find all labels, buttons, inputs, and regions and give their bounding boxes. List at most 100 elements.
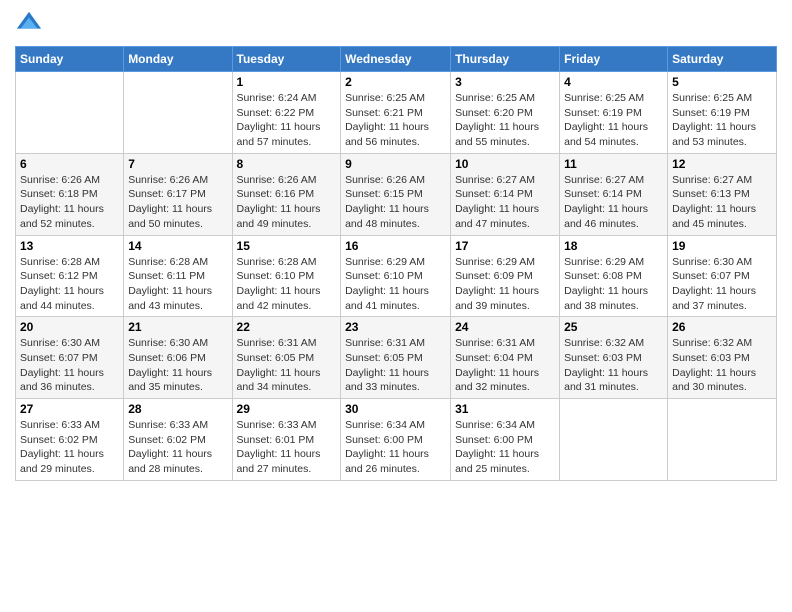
day-number: 2	[345, 75, 446, 89]
day-number: 7	[128, 157, 227, 171]
calendar-cell: 2 Sunrise: 6:25 AM Sunset: 6:21 PM Daylig…	[341, 72, 451, 154]
day-info: Sunrise: 6:29 AM Sunset: 6:09 PM Dayligh…	[455, 255, 555, 314]
day-info: Sunrise: 6:29 AM Sunset: 6:08 PM Dayligh…	[564, 255, 663, 314]
day-info: Sunrise: 6:25 AM Sunset: 6:19 PM Dayligh…	[564, 91, 663, 150]
day-number: 11	[564, 157, 663, 171]
day-number: 10	[455, 157, 555, 171]
day-number: 14	[128, 239, 227, 253]
calendar-cell: 22 Sunrise: 6:31 AM Sunset: 6:05 PM Dayli…	[232, 317, 341, 399]
day-info: Sunrise: 6:26 AM Sunset: 6:17 PM Dayligh…	[128, 173, 227, 232]
day-info: Sunrise: 6:32 AM Sunset: 6:03 PM Dayligh…	[672, 336, 772, 395]
day-number: 27	[20, 402, 119, 416]
page: SundayMondayTuesdayWednesdayThursdayFrid…	[0, 0, 792, 612]
day-number: 23	[345, 320, 446, 334]
calendar-cell: 11 Sunrise: 6:27 AM Sunset: 6:14 PM Dayli…	[560, 153, 668, 235]
day-info: Sunrise: 6:33 AM Sunset: 6:01 PM Dayligh…	[237, 418, 337, 477]
day-info: Sunrise: 6:26 AM Sunset: 6:16 PM Dayligh…	[237, 173, 337, 232]
day-info: Sunrise: 6:27 AM Sunset: 6:13 PM Dayligh…	[672, 173, 772, 232]
day-info: Sunrise: 6:28 AM Sunset: 6:12 PM Dayligh…	[20, 255, 119, 314]
day-number: 18	[564, 239, 663, 253]
calendar-cell	[16, 72, 124, 154]
calendar-cell: 30Sunrise: 6:34 AM Sunset: 6:00 PM Dayli…	[341, 399, 451, 481]
day-number: 6	[20, 157, 119, 171]
calendar-cell	[560, 399, 668, 481]
day-number: 16	[345, 239, 446, 253]
calendar-header-sunday: Sunday	[16, 47, 124, 72]
calendar-cell	[124, 72, 232, 154]
calendar-week-5: 27 Sunrise: 6:33 AM Sunset: 6:02 PM Dayli…	[16, 399, 777, 481]
day-number: 1	[237, 75, 337, 89]
day-number: 22	[237, 320, 337, 334]
day-info: Sunrise: 6:25 AM Sunset: 6:19 PM Dayligh…	[672, 91, 772, 150]
day-info: Sunrise: 6:27 AM Sunset: 6:14 PM Dayligh…	[455, 173, 555, 232]
calendar-cell: 25Sunrise: 6:32 AM Sunset: 6:03 PM Dayli…	[560, 317, 668, 399]
day-info: Sunrise: 6:30 AM Sunset: 6:07 PM Dayligh…	[672, 255, 772, 314]
day-info: Sunrise: 6:26 AM Sunset: 6:15 PM Dayligh…	[345, 173, 446, 232]
calendar-cell: 24 Sunrise: 6:31 AM Sunset: 6:04 PM Dayli…	[451, 317, 560, 399]
calendar-cell: 17Sunrise: 6:29 AM Sunset: 6:09 PM Dayli…	[451, 235, 560, 317]
calendar-cell: 19 Sunrise: 6:30 AM Sunset: 6:07 PM Dayli…	[668, 235, 777, 317]
day-info: Sunrise: 6:28 AM Sunset: 6:11 PM Dayligh…	[128, 255, 227, 314]
day-info: Sunrise: 6:24 AM Sunset: 6:22 PM Dayligh…	[237, 91, 337, 150]
calendar-cell: 8Sunrise: 6:26 AM Sunset: 6:16 PM Daylig…	[232, 153, 341, 235]
calendar-cell: 10 Sunrise: 6:27 AM Sunset: 6:14 PM Dayli…	[451, 153, 560, 235]
day-info: Sunrise: 6:33 AM Sunset: 6:02 PM Dayligh…	[20, 418, 119, 477]
calendar-table: SundayMondayTuesdayWednesdayThursdayFrid…	[15, 46, 777, 481]
calendar-cell: 3 Sunrise: 6:25 AM Sunset: 6:20 PM Daylig…	[451, 72, 560, 154]
calendar-week-1: 1 Sunrise: 6:24 AM Sunset: 6:22 PM Daylig…	[16, 72, 777, 154]
day-info: Sunrise: 6:31 AM Sunset: 6:04 PM Dayligh…	[455, 336, 555, 395]
day-number: 29	[237, 402, 337, 416]
calendar-cell: 27 Sunrise: 6:33 AM Sunset: 6:02 PM Dayli…	[16, 399, 124, 481]
calendar-cell: 21 Sunrise: 6:30 AM Sunset: 6:06 PM Dayli…	[124, 317, 232, 399]
day-number: 4	[564, 75, 663, 89]
logo	[15, 10, 47, 38]
calendar-cell: 18 Sunrise: 6:29 AM Sunset: 6:08 PM Dayli…	[560, 235, 668, 317]
day-info: Sunrise: 6:33 AM Sunset: 6:02 PM Dayligh…	[128, 418, 227, 477]
day-number: 12	[672, 157, 772, 171]
calendar-header-tuesday: Tuesday	[232, 47, 341, 72]
day-number: 21	[128, 320, 227, 334]
day-info: Sunrise: 6:29 AM Sunset: 6:10 PM Dayligh…	[345, 255, 446, 314]
day-number: 19	[672, 239, 772, 253]
calendar-cell: 12 Sunrise: 6:27 AM Sunset: 6:13 PM Dayli…	[668, 153, 777, 235]
calendar-week-4: 20Sunrise: 6:30 AM Sunset: 6:07 PM Dayli…	[16, 317, 777, 399]
calendar-cell: 5 Sunrise: 6:25 AM Sunset: 6:19 PM Daylig…	[668, 72, 777, 154]
day-number: 3	[455, 75, 555, 89]
day-number: 31	[455, 402, 555, 416]
calendar-cell: 29 Sunrise: 6:33 AM Sunset: 6:01 PM Dayli…	[232, 399, 341, 481]
calendar-header-friday: Friday	[560, 47, 668, 72]
calendar-week-2: 6 Sunrise: 6:26 AM Sunset: 6:18 PM Daylig…	[16, 153, 777, 235]
calendar-header-thursday: Thursday	[451, 47, 560, 72]
day-info: Sunrise: 6:26 AM Sunset: 6:18 PM Dayligh…	[20, 173, 119, 232]
day-info: Sunrise: 6:27 AM Sunset: 6:14 PM Dayligh…	[564, 173, 663, 232]
calendar-cell: 26 Sunrise: 6:32 AM Sunset: 6:03 PM Dayli…	[668, 317, 777, 399]
calendar-cell: 7 Sunrise: 6:26 AM Sunset: 6:17 PM Daylig…	[124, 153, 232, 235]
day-info: Sunrise: 6:32 AM Sunset: 6:03 PM Dayligh…	[564, 336, 663, 395]
day-number: 24	[455, 320, 555, 334]
day-info: Sunrise: 6:31 AM Sunset: 6:05 PM Dayligh…	[237, 336, 337, 395]
day-info: Sunrise: 6:25 AM Sunset: 6:20 PM Dayligh…	[455, 91, 555, 150]
calendar-cell: 9Sunrise: 6:26 AM Sunset: 6:15 PM Daylig…	[341, 153, 451, 235]
day-info: Sunrise: 6:30 AM Sunset: 6:06 PM Dayligh…	[128, 336, 227, 395]
calendar-header-saturday: Saturday	[668, 47, 777, 72]
calendar-week-3: 13 Sunrise: 6:28 AM Sunset: 6:12 PM Dayli…	[16, 235, 777, 317]
calendar-cell: 14 Sunrise: 6:28 AM Sunset: 6:11 PM Dayli…	[124, 235, 232, 317]
calendar-cell: 31Sunrise: 6:34 AM Sunset: 6:00 PM Dayli…	[451, 399, 560, 481]
day-number: 5	[672, 75, 772, 89]
day-info: Sunrise: 6:28 AM Sunset: 6:10 PM Dayligh…	[237, 255, 337, 314]
day-info: Sunrise: 6:30 AM Sunset: 6:07 PM Dayligh…	[20, 336, 119, 395]
calendar-cell: 28 Sunrise: 6:33 AM Sunset: 6:02 PM Dayli…	[124, 399, 232, 481]
calendar-header-row: SundayMondayTuesdayWednesdayThursdayFrid…	[16, 47, 777, 72]
calendar-cell: 15Sunrise: 6:28 AM Sunset: 6:10 PM Dayli…	[232, 235, 341, 317]
logo-icon	[15, 10, 43, 38]
day-number: 26	[672, 320, 772, 334]
calendar-cell: 13 Sunrise: 6:28 AM Sunset: 6:12 PM Dayli…	[16, 235, 124, 317]
day-number: 28	[128, 402, 227, 416]
calendar-cell: 4 Sunrise: 6:25 AM Sunset: 6:19 PM Daylig…	[560, 72, 668, 154]
calendar-header-monday: Monday	[124, 47, 232, 72]
calendar-cell: 1 Sunrise: 6:24 AM Sunset: 6:22 PM Daylig…	[232, 72, 341, 154]
day-info: Sunrise: 6:25 AM Sunset: 6:21 PM Dayligh…	[345, 91, 446, 150]
calendar-cell: 6 Sunrise: 6:26 AM Sunset: 6:18 PM Daylig…	[16, 153, 124, 235]
day-number: 13	[20, 239, 119, 253]
calendar-cell	[668, 399, 777, 481]
